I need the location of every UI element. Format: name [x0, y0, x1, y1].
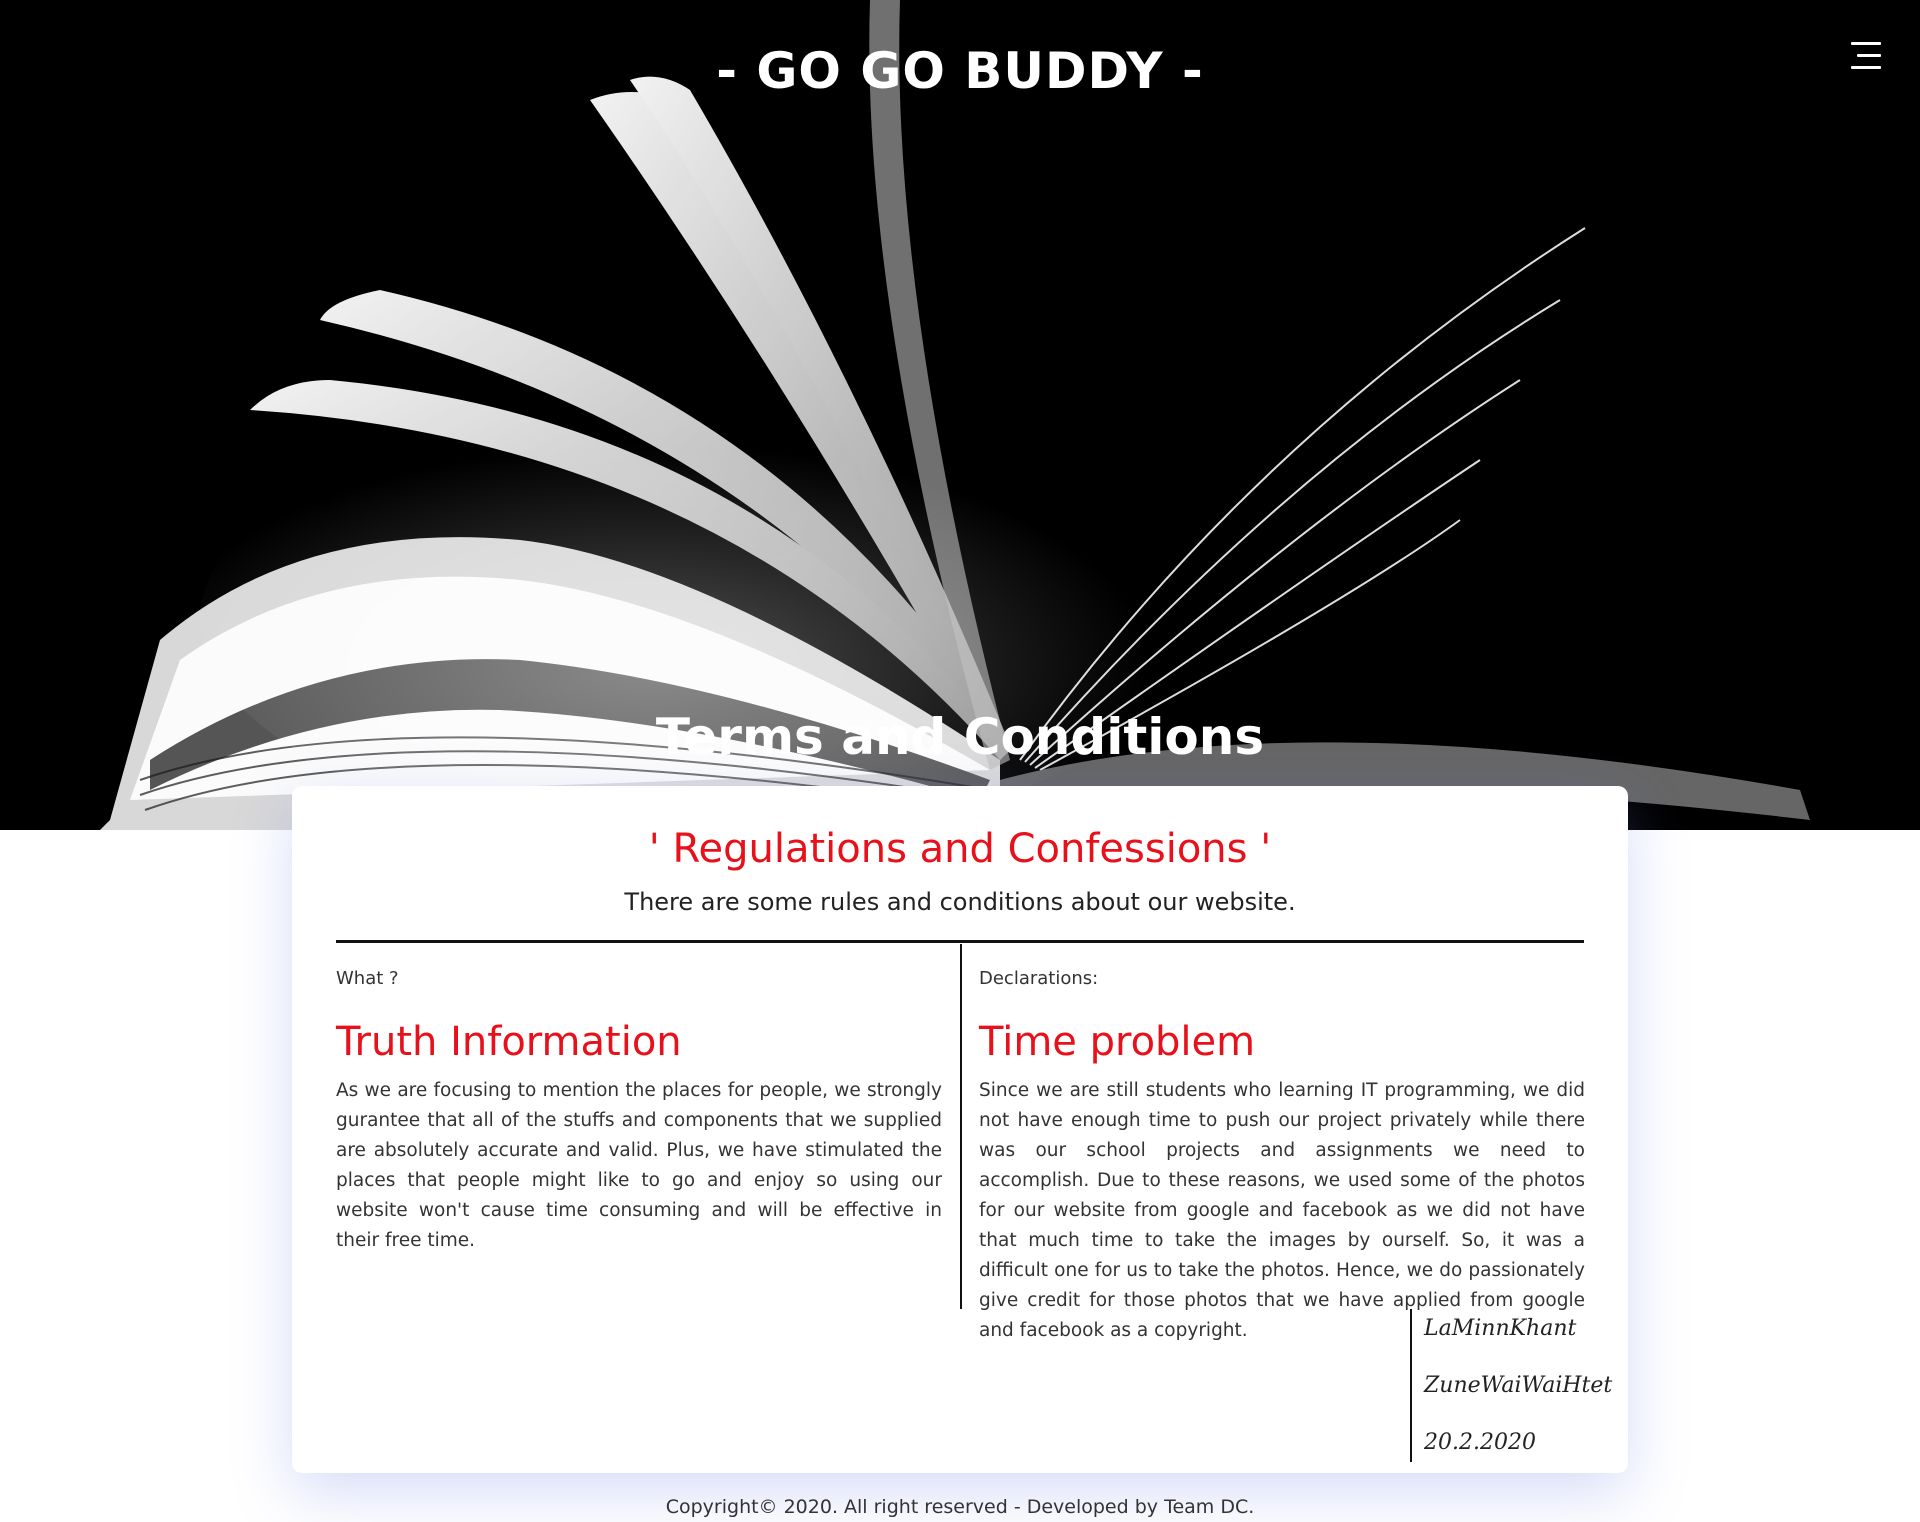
footer-copyright: Copyright© 2020. All right reserved - De… [665, 1496, 1255, 1518]
card-title: ' Regulations and Confessions ' [648, 826, 1272, 872]
divider [336, 940, 1584, 943]
terms-card: ' Regulations and Confessions ' There ar… [292, 786, 1628, 1473]
column-label: Declarations: [979, 968, 1099, 989]
signature-block: LaMinnKhant ZuneWaiWaiHtet 20.2.2020 [1410, 1309, 1630, 1462]
column-label: What ? [336, 968, 399, 989]
column-text: Since we are still students who learning… [979, 1080, 1585, 1341]
truth-information-column: What ? Truth Information As we are focus… [336, 968, 942, 1256]
menu-line [1857, 54, 1881, 57]
site-title: - GO GO BUDDY - [716, 42, 1204, 100]
menu-line [1851, 42, 1881, 45]
column-heading: Time problem [979, 1019, 1256, 1065]
hero-banner: - GO GO BUDDY - Terms and Conditions [0, 0, 1920, 830]
menu-line [1851, 66, 1881, 69]
signature-name: LaMinnKhant [1424, 1316, 1577, 1341]
open-book-image [100, 0, 1810, 830]
page-heading: Terms and Conditions [655, 708, 1265, 766]
time-problem-column: Declarations: Time problem Since we are … [979, 968, 1585, 1346]
column-separator [960, 944, 962, 1309]
column-heading: Truth Information [336, 1019, 682, 1065]
column-text: As we are focusing to mention the places… [336, 1080, 942, 1251]
signature-date: 20.2.2020 [1424, 1430, 1536, 1455]
hamburger-menu-icon[interactable] [1845, 38, 1881, 74]
signature-name: ZuneWaiWaiHtet [1424, 1373, 1613, 1398]
card-subtitle: There are some rules and conditions abou… [624, 888, 1296, 916]
